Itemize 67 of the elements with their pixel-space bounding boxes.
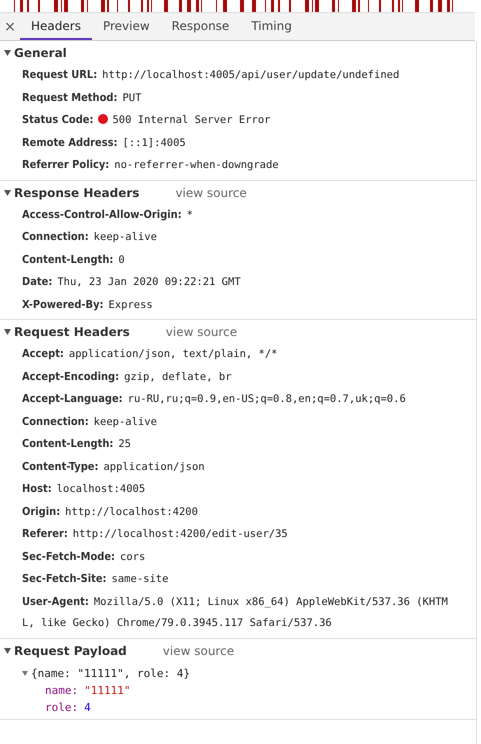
- tab[interactable]: Timing: [240, 13, 303, 40]
- property-key: role:: [45, 700, 78, 714]
- header-name: Content-Length:: [22, 252, 114, 266]
- tab[interactable]: Headers: [20, 13, 92, 40]
- header-value: http://localhost:4200/edit-user/35: [72, 528, 288, 540]
- header-value: application/json: [103, 460, 205, 472]
- header-value: http://localhost:4005/api/user/update/undefined: [102, 69, 400, 81]
- expand-triangle-icon[interactable]: [4, 329, 11, 335]
- view-source-link[interactable]: view source: [166, 325, 238, 339]
- header-name: Sec-Fetch-Mode:: [22, 550, 116, 562]
- expand-triangle-icon[interactable]: [22, 670, 28, 676]
- header-value: PUT: [122, 92, 142, 104]
- close-button[interactable]: ×: [0, 13, 20, 40]
- header-name: Access-Control-Allow-Origin:: [22, 208, 182, 220]
- header-value: application/json, text/plain, */*: [68, 348, 278, 360]
- expand-triangle-icon[interactable]: [4, 648, 11, 654]
- header-value: L, like Gecko) Chrome/79.0.3945.117 Safari/537.36: [22, 616, 332, 631]
- header-value: ru-RU,ru;q=0.9,en-US;q=0.8,en;q=0.7,uk;q=0.6: [128, 393, 406, 405]
- section-title[interactable]: Response Headers: [14, 186, 140, 200]
- header-name: Referrer Policy:: [22, 158, 110, 171]
- header-value: keep-alive: [94, 416, 157, 428]
- header-name: Remote Address:: [22, 136, 118, 148]
- header-value: cors: [120, 550, 146, 562]
- header-value: Thu, 23 Jan 2020 09:22:21 GMT: [57, 276, 241, 288]
- header-name: Content-Length:: [22, 437, 114, 450]
- header-value: keep-alive: [94, 231, 157, 243]
- header-value: 0: [118, 254, 125, 266]
- header-name: X-Powered-By:: [22, 298, 104, 310]
- header-name: Request Method:: [22, 90, 118, 104]
- property-key: name:: [45, 684, 78, 696]
- header-value: gzip, deflate, br: [124, 370, 232, 382]
- header-name: Sec-Fetch-Site:: [22, 572, 107, 585]
- header-value: same-site: [112, 573, 168, 585]
- tab[interactable]: Response: [160, 13, 240, 40]
- header-name: Status Code:: [22, 113, 94, 126]
- header-value: 25: [118, 438, 131, 450]
- header-name: Accept-Encoding:: [22, 370, 120, 382]
- header-value: [::1]:4005: [122, 136, 186, 148]
- payload-summary[interactable]: {name: "11111", role: 4}: [31, 666, 190, 680]
- header-value: Mozilla/5.0 (X11; Linux x86_64) AppleWebKit/537.36 (KHTM: [94, 596, 448, 608]
- property-value: 4: [84, 700, 91, 714]
- header-name: Accept:: [22, 347, 64, 360]
- header-value: localhost:4005: [56, 483, 146, 495]
- header-name: Host:: [22, 482, 52, 495]
- header-value: http://localhost:4200: [65, 506, 198, 518]
- header-value: no-referrer-when-downgrade: [114, 159, 279, 171]
- property-value: "11111": [84, 684, 130, 696]
- view-source-link[interactable]: view source: [175, 186, 247, 200]
- section-title[interactable]: Request Headers: [14, 325, 130, 339]
- section-title[interactable]: General: [14, 46, 67, 60]
- header-name: Connection:: [22, 414, 89, 428]
- expand-triangle-icon[interactable]: [4, 50, 11, 56]
- header-name: Origin:: [22, 504, 60, 518]
- header-name: Accept-Language:: [22, 392, 123, 405]
- header-name: Request URL:: [22, 68, 98, 81]
- header-value: *: [186, 208, 193, 220]
- header-name: User-Agent:: [22, 594, 89, 608]
- section-title[interactable]: Request Payload: [14, 644, 127, 658]
- header-name: Date:: [22, 275, 52, 288]
- header-name: Content-Type:: [22, 460, 98, 472]
- view-source-link[interactable]: view source: [162, 644, 234, 658]
- expand-triangle-icon[interactable]: [4, 190, 11, 196]
- header-value: 500 Internal Server Error: [112, 114, 271, 126]
- header-name: Referer:: [22, 527, 68, 540]
- header-value: Express: [108, 298, 153, 310]
- header-name: Connection:: [22, 230, 89, 243]
- tab[interactable]: Preview: [92, 13, 161, 40]
